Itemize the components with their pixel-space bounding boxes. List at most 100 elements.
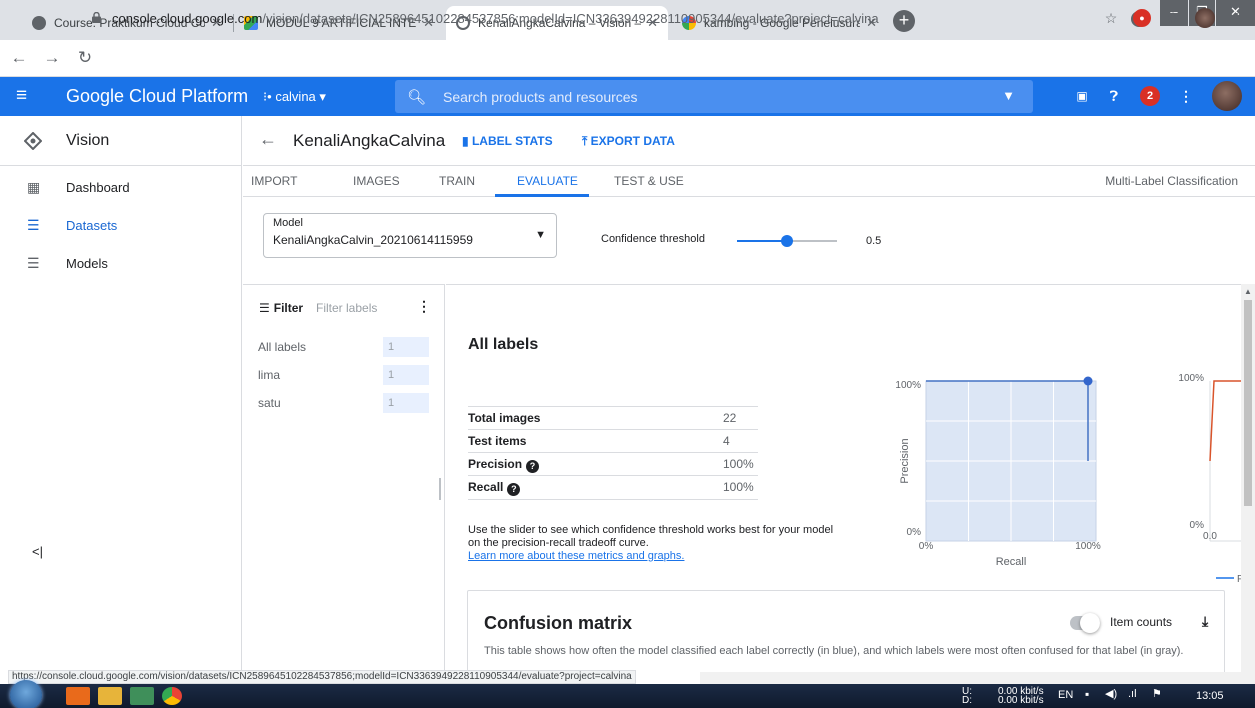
volume-icon[interactable]: ◀): [1105, 689, 1117, 700]
label-stats-button[interactable]: ▮ LABEL STATS: [462, 134, 553, 148]
table-row: Precision? 100%: [468, 452, 758, 475]
slider-fill: [737, 240, 787, 242]
sidebar-item-models[interactable]: ☰ Models: [0, 245, 242, 281]
address-bar: ← → ↻: [0, 40, 1255, 77]
chrome-taskbar-icon[interactable]: [162, 687, 182, 705]
vertical-scrollbar[interactable]: ▲ ▼: [1241, 284, 1255, 692]
sidebar-item-datasets[interactable]: ☰ Datasets: [0, 207, 242, 243]
new-tab-button[interactable]: +: [893, 10, 915, 32]
hamburger-menu-icon[interactable]: ≡: [16, 86, 27, 105]
bookmark-star-icon[interactable]: ☆: [1101, 10, 1121, 27]
y-tick-label: 100%: [1178, 373, 1204, 384]
chrome-menu-icon[interactable]: ⋮: [1227, 10, 1247, 27]
y-tick-label: 100%: [895, 380, 921, 391]
more-vert-icon[interactable]: ⋮: [1176, 86, 1196, 106]
search-input[interactable]: [443, 87, 943, 107]
tab-images[interactable]: IMAGES: [353, 174, 400, 188]
windows-start-icon[interactable]: [10, 680, 42, 708]
threshold-curve: [1209, 380, 1241, 462]
y-tick-label: 0%: [907, 527, 922, 538]
collapse-nav-icon[interactable]: <|: [32, 544, 43, 559]
threshold-chart: 100% 0% 0.0 F: [1178, 373, 1241, 585]
forward-arrow-icon[interactable]: →: [40, 48, 64, 68]
help-icon[interactable]: ?: [507, 483, 521, 496]
confidence-value: 0.5: [866, 235, 882, 247]
table-row: Total images 22: [468, 406, 758, 429]
y-tick-label: 0%: [1190, 520, 1205, 531]
profile-avatar-icon[interactable]: [1195, 8, 1215, 28]
learn-more-link[interactable]: Learn more about these metrics and graph…: [468, 550, 684, 562]
gcp-title[interactable]: Google Cloud Platform: [66, 86, 248, 107]
app-icon[interactable]: [130, 687, 154, 705]
sidebar-item-dashboard[interactable]: ▦ Dashboard: [0, 169, 242, 205]
extensions-puzzle-icon[interactable]: ✱: [1163, 10, 1183, 27]
evaluation-main: All labels Total images 22 Test items 4 …: [446, 284, 1241, 692]
reload-icon[interactable]: ↻: [73, 48, 97, 68]
language-indicator[interactable]: EN: [1058, 690, 1073, 701]
confusion-description: This table shows how often the model cla…: [484, 645, 1184, 657]
search-icon: 🔍︎: [407, 89, 427, 106]
project-selector[interactable]: ⁝• calvina ▾: [263, 89, 326, 105]
left-nav: Vision ▦ Dashboard ☰ Datasets ☰ Models <…: [0, 116, 242, 692]
url-field[interactable]: console.cloud.google.com/vision/datasets…: [112, 8, 879, 30]
more-vert-icon[interactable]: ⋮: [417, 298, 431, 315]
label-row[interactable]: lima 1: [243, 365, 433, 387]
panel-resize-handle[interactable]: [439, 478, 441, 500]
threshold-point: [1083, 376, 1093, 386]
slider-knob[interactable]: [781, 235, 793, 247]
dataset-title: KenaliAngkaCalvina: [293, 131, 446, 150]
filter-panel: ☰Filter ⋮ All labels 1 lima 1 satu 1: [243, 284, 445, 692]
toggle-knob: [1080, 613, 1100, 633]
dropdown-arrow-icon: ▼: [535, 229, 546, 241]
notification-badge[interactable]: 2: [1140, 86, 1160, 106]
back-arrow-icon[interactable]: ←: [7, 48, 31, 68]
confidence-slider[interactable]: [737, 235, 837, 247]
cloud-shell-icon[interactable]: ▣: [1072, 86, 1092, 106]
file-explorer-icon[interactable]: [98, 687, 122, 705]
avatar[interactable]: [1212, 81, 1242, 111]
lock-icon: [92, 12, 101, 23]
chevron-down-icon[interactable]: ▼: [1002, 88, 1015, 103]
taskbar: U: D: 0.00 kbit/s 0.00 kbit/s EN ▪ ◀) .ıl …: [0, 680, 1255, 708]
label-row[interactable]: satu 1: [243, 393, 433, 415]
model-select[interactable]: Model KenaliAngkaCalvin_20210614115959 ▼: [263, 213, 557, 258]
page-tabs: IMPORT IMAGES TRAIN EVALUATE TEST & USE …: [243, 166, 1255, 197]
tab-train[interactable]: TRAIN: [439, 174, 475, 188]
tab-evaluate[interactable]: EVALUATE: [517, 174, 578, 188]
bar-chart-icon: ▮: [462, 134, 469, 148]
classification-type: Multi-Label Classification: [1105, 174, 1238, 188]
gcp-header: ≡ Google Cloud Platform ⁝• calvina ▾ 🔍︎ …: [0, 77, 1255, 116]
list-icon: ☰: [27, 217, 40, 233]
net-labels: U: D:: [962, 686, 972, 706]
media-player-icon[interactable]: [66, 687, 90, 705]
download-icon[interactable]: ⤓: [1202, 613, 1208, 630]
horizontal-scrollbar[interactable]: [700, 672, 1255, 684]
table-row: Recall? 100%: [468, 475, 758, 500]
tab-import[interactable]: IMPORT: [251, 174, 297, 188]
metrics-table: Total images 22 Test items 4 Precision? …: [468, 406, 758, 500]
toolbar-icons: ☆ ● ✱ ⋮: [1101, 8, 1247, 28]
product-header: Vision: [0, 116, 242, 166]
help-icon[interactable]: ❓︎: [1104, 86, 1124, 106]
filter-input[interactable]: [316, 299, 396, 317]
flag-icon[interactable]: ⚑: [1152, 689, 1162, 700]
item-counts-toggle[interactable]: [1070, 613, 1100, 633]
filter-icon: ☰: [259, 301, 270, 315]
extension-icon[interactable]: ●: [1133, 9, 1151, 27]
clock[interactable]: 13:05: [1196, 690, 1224, 702]
scroll-up-icon[interactable]: ▲: [1244, 287, 1252, 296]
network-icon[interactable]: ▪: [1085, 688, 1089, 700]
confidence-threshold-label: Confidence threshold: [601, 233, 705, 245]
help-icon[interactable]: ?: [526, 460, 540, 473]
section-title: All labels: [468, 336, 539, 353]
item-counts-label: Item counts: [1110, 615, 1173, 629]
signal-icon[interactable]: .ıl: [1128, 689, 1137, 700]
scrollbar-thumb[interactable]: [1244, 300, 1252, 506]
tab-test-use[interactable]: TEST & USE: [614, 174, 684, 188]
back-arrow-icon[interactable]: ←: [259, 129, 277, 150]
label-row-all[interactable]: All labels 1: [243, 337, 433, 359]
x-tick-label: 0%: [919, 541, 934, 552]
chevron-down-icon: ▾: [319, 89, 326, 104]
export-data-button[interactable]: ⤒ EXPORT DATA: [582, 134, 675, 149]
status-url: https://console.cloud.google.com/vision/…: [8, 670, 636, 684]
